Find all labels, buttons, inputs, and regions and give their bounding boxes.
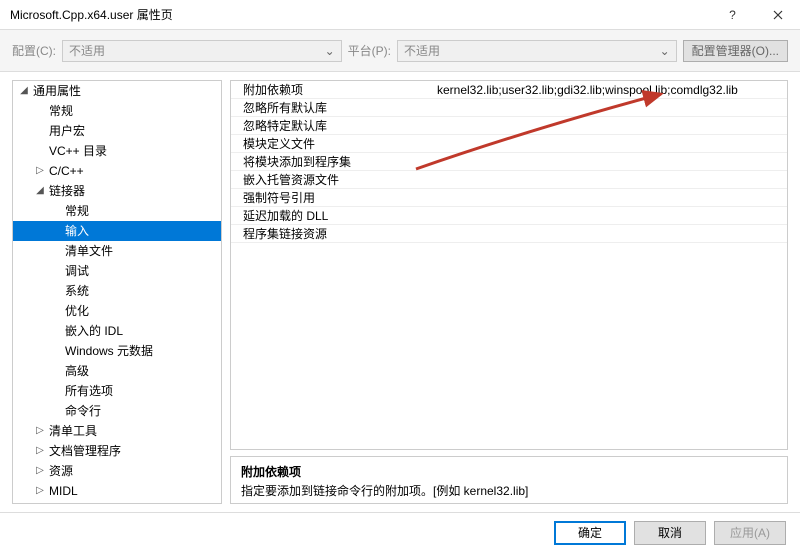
tree-item-label: 常规 bbox=[63, 201, 89, 221]
tree-item-label: 通用属性 bbox=[31, 81, 81, 101]
tree-item[interactable]: 常规 bbox=[13, 101, 221, 121]
chevron-right-icon[interactable]: ▷ bbox=[33, 421, 47, 441]
footer: 确定 取消 应用(A) bbox=[0, 512, 800, 552]
chevron-right-icon[interactable]: ▷ bbox=[33, 161, 47, 181]
tree-item-label: 清单文件 bbox=[63, 241, 113, 261]
config-combo[interactable]: 不适用 ⌄ bbox=[62, 40, 342, 62]
chevron-right-icon[interactable]: ▷ bbox=[33, 481, 47, 501]
tree-item[interactable]: 所有选项 bbox=[13, 381, 221, 401]
cancel-button[interactable]: 取消 bbox=[634, 521, 706, 545]
property-row[interactable]: 模块定义文件 bbox=[231, 135, 787, 153]
tree-item[interactable]: VC++ 目录 bbox=[13, 141, 221, 161]
close-icon bbox=[773, 10, 783, 20]
window-title: Microsoft.Cpp.x64.user 属性页 bbox=[10, 6, 710, 23]
config-manager-button[interactable]: 配置管理器(O)... bbox=[683, 40, 788, 62]
property-grid[interactable]: 附加依赖项kernel32.lib;user32.lib;gdi32.lib;w… bbox=[230, 80, 788, 450]
tree-item-label: 清单工具 bbox=[47, 421, 97, 441]
tree-item-label: 所有选项 bbox=[63, 381, 113, 401]
tree-item-label: VC++ 目录 bbox=[47, 141, 107, 161]
nav-tree[interactable]: ◢通用属性常规用户宏VC++ 目录▷C/C++◢链接器常规输入清单文件调试系统优… bbox=[12, 80, 222, 504]
property-name: 强制符号引用 bbox=[231, 189, 431, 206]
tree-item-label: 资源 bbox=[47, 461, 73, 481]
help-button[interactable]: ? bbox=[710, 0, 755, 30]
tree-item-label: 链接器 bbox=[47, 181, 85, 201]
chevron-down-icon[interactable]: ◢ bbox=[17, 81, 31, 101]
property-name: 嵌入托管资源文件 bbox=[231, 171, 431, 188]
chevron-right-icon[interactable]: ▷ bbox=[33, 461, 47, 481]
property-row[interactable]: 延迟加载的 DLL bbox=[231, 207, 787, 225]
chevron-right-icon[interactable]: ▷ bbox=[33, 441, 47, 461]
tree-item-label: 输入 bbox=[63, 221, 89, 241]
tree-item[interactable]: 常规 bbox=[13, 201, 221, 221]
property-row[interactable]: 程序集链接资源 bbox=[231, 225, 787, 243]
property-name: 将模块添加到程序集 bbox=[231, 153, 431, 170]
tree-item[interactable]: ▷资源 bbox=[13, 461, 221, 481]
content-pane: 附加依赖项kernel32.lib;user32.lib;gdi32.lib;w… bbox=[230, 80, 788, 504]
tree-item[interactable]: Windows 元数据 bbox=[13, 341, 221, 361]
tree-item-label: 命令行 bbox=[63, 401, 101, 421]
property-row[interactable]: 强制符号引用 bbox=[231, 189, 787, 207]
tree-item[interactable]: ▷C/C++ bbox=[13, 161, 221, 181]
tree-item[interactable]: ▷文档管理程序 bbox=[13, 441, 221, 461]
tree-item[interactable]: 高级 bbox=[13, 361, 221, 381]
tree-item-label: C/C++ bbox=[47, 161, 84, 181]
close-button[interactable] bbox=[755, 0, 800, 30]
property-name: 模块定义文件 bbox=[231, 135, 431, 152]
tree-item[interactable]: 嵌入的 IDL bbox=[13, 321, 221, 341]
tree-item-label: 嵌入的 IDL bbox=[63, 321, 123, 341]
tree-item[interactable]: 命令行 bbox=[13, 401, 221, 421]
property-row[interactable]: 忽略所有默认库 bbox=[231, 99, 787, 117]
tree-item[interactable]: 用户宏 bbox=[13, 121, 221, 141]
tree-item-label: 常规 bbox=[47, 101, 73, 121]
tree-item-label: MIDL bbox=[47, 481, 78, 501]
tree-item[interactable]: 清单文件 bbox=[13, 241, 221, 261]
property-name: 忽略所有默认库 bbox=[231, 99, 431, 116]
tree-item-label: 系统 bbox=[63, 281, 89, 301]
tree-item[interactable]: ▷清单工具 bbox=[13, 421, 221, 441]
property-row[interactable]: 忽略特定默认库 bbox=[231, 117, 787, 135]
main: ◢通用属性常规用户宏VC++ 目录▷C/C++◢链接器常规输入清单文件调试系统优… bbox=[0, 72, 800, 512]
tree-item-label: 优化 bbox=[63, 301, 89, 321]
tree-item[interactable]: 调试 bbox=[13, 261, 221, 281]
tree-item[interactable]: ◢链接器 bbox=[13, 181, 221, 201]
property-row[interactable]: 嵌入托管资源文件 bbox=[231, 171, 787, 189]
platform-label: 平台(P): bbox=[348, 42, 391, 59]
config-label: 配置(C): bbox=[12, 42, 56, 59]
tree-item[interactable]: ▷MIDL bbox=[13, 481, 221, 501]
tree-item-label: Windows 元数据 bbox=[63, 341, 153, 361]
property-name: 附加依赖项 bbox=[231, 81, 431, 98]
property-name: 延迟加载的 DLL bbox=[231, 207, 431, 224]
property-name: 程序集链接资源 bbox=[231, 225, 431, 242]
tree-item-label: 用户宏 bbox=[47, 121, 85, 141]
platform-value: 不适用 bbox=[404, 42, 440, 59]
tree-item-label: 文档管理程序 bbox=[47, 441, 121, 461]
tree-item[interactable]: 系统 bbox=[13, 281, 221, 301]
chevron-down-icon: ⌄ bbox=[325, 44, 335, 58]
property-row[interactable]: 将模块添加到程序集 bbox=[231, 153, 787, 171]
apply-button[interactable]: 应用(A) bbox=[714, 521, 786, 545]
description-text: 指定要添加到链接命令行的附加项。[例如 kernel32.lib] bbox=[241, 482, 777, 499]
tree-item[interactable]: ◢通用属性 bbox=[13, 81, 221, 101]
chevron-down-icon: ⌄ bbox=[660, 44, 670, 58]
description-panel: 附加依赖项 指定要添加到链接命令行的附加项。[例如 kernel32.lib] bbox=[230, 456, 788, 504]
property-name: 忽略特定默认库 bbox=[231, 117, 431, 134]
tree-item[interactable]: 输入 bbox=[13, 221, 221, 241]
description-title: 附加依赖项 bbox=[241, 463, 777, 480]
config-value: 不适用 bbox=[69, 42, 105, 59]
platform-combo[interactable]: 不适用 ⌄ bbox=[397, 40, 677, 62]
toolbar: 配置(C): 不适用 ⌄ 平台(P): 不适用 ⌄ 配置管理器(O)... bbox=[0, 30, 800, 72]
property-row[interactable]: 附加依赖项kernel32.lib;user32.lib;gdi32.lib;w… bbox=[231, 81, 787, 99]
tree-item-label: 调试 bbox=[63, 261, 89, 281]
chevron-down-icon[interactable]: ◢ bbox=[33, 181, 47, 201]
property-value[interactable]: kernel32.lib;user32.lib;gdi32.lib;winspo… bbox=[431, 83, 787, 97]
ok-button[interactable]: 确定 bbox=[554, 521, 626, 545]
tree-item[interactable]: 优化 bbox=[13, 301, 221, 321]
titlebar: Microsoft.Cpp.x64.user 属性页 ? bbox=[0, 0, 800, 30]
tree-item-label: 高级 bbox=[63, 361, 89, 381]
